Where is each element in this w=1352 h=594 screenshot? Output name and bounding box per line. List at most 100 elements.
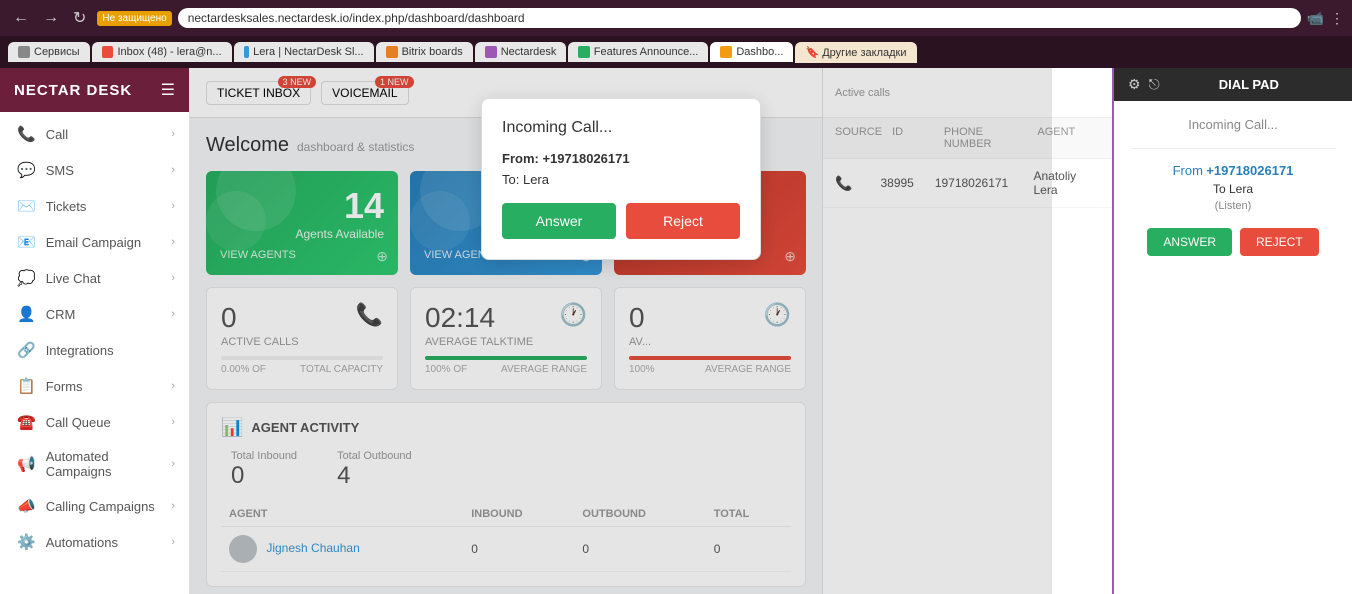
reject-button[interactable]: Reject	[626, 203, 740, 239]
dial-pad-content: Incoming Call... From +19718026171 To Le…	[1114, 101, 1352, 594]
automations-icon: ⚙️	[17, 533, 36, 551]
incoming-call-text: Incoming Call...	[1130, 117, 1336, 132]
automated-campaigns-icon: 📢	[17, 455, 36, 473]
forms-icon: 📋	[17, 377, 36, 395]
call-icon: 📞	[17, 125, 36, 143]
email-campaign-icon: 📧	[17, 233, 36, 251]
sidebar-item-label: Live Chat	[46, 271, 172, 286]
dial-from-number: +19718026171	[1206, 163, 1293, 178]
app-container: NECTAR DESK ☰ 📞 Call › 💬 SMS › ✉️ Ticket…	[0, 68, 1352, 594]
url-bar[interactable]: nectardesksales.nectardesk.io/index.php/…	[178, 8, 1301, 28]
browser-chrome: ← → ↻ Не защищено nectardesksales.nectar…	[0, 0, 1352, 36]
settings-icon[interactable]: ⚙	[1128, 76, 1141, 93]
tab-bitrix[interactable]: Bitrix boards	[376, 42, 473, 62]
live-chat-icon: 💭	[17, 269, 36, 287]
sidebar-item-call-queue[interactable]: ☎️ Call Queue ›	[0, 404, 189, 440]
tab-features[interactable]: Features Announce...	[568, 42, 708, 62]
dial-from: From +19718026171	[1130, 163, 1336, 178]
popup-buttons: Answer Reject	[502, 203, 740, 239]
sidebar-item-sms[interactable]: 💬 SMS ›	[0, 152, 189, 188]
tab-favicon	[578, 46, 589, 58]
sidebar-item-label: Forms	[46, 379, 172, 394]
profile-icon: ⋮	[1330, 10, 1344, 27]
divider	[1130, 148, 1336, 149]
tab-inbox[interactable]: Inbox (48) - lera@n...	[92, 42, 232, 62]
tab-lera[interactable]: Lera | NectarDesk Sl...	[234, 42, 374, 62]
nav-buttons: ← → ↻	[8, 6, 91, 30]
cast-icon: 📹	[1307, 10, 1324, 27]
reload-button[interactable]: ↻	[68, 6, 91, 30]
tab-favicon	[485, 46, 497, 58]
tab-dashboard[interactable]: Dashbo...	[710, 42, 793, 62]
chevron-icon: ›	[171, 200, 175, 212]
sidebar-item-integrations[interactable]: 🔗 Integrations	[0, 332, 189, 368]
sidebar-item-tickets[interactable]: ✉️ Tickets ›	[0, 188, 189, 224]
sidebar-item-label: CRM	[46, 307, 172, 322]
sidebar-item-label: Call	[46, 127, 172, 142]
sidebar-item-label: Automations	[46, 535, 172, 550]
chevron-icon: ›	[171, 236, 175, 248]
browser-actions: 📹 ⋮	[1307, 10, 1344, 27]
chevron-icon: ›	[171, 272, 175, 284]
sidebar-item-label: Automated Campaigns	[46, 449, 172, 479]
sidebar-nav: 📞 Call › 💬 SMS › ✉️ Tickets › 📧 Email Ca…	[0, 112, 189, 594]
tab-favicon	[244, 46, 250, 58]
sidebar-item-live-chat[interactable]: 💭 Live Chat ›	[0, 260, 189, 296]
chevron-icon: ›	[171, 164, 175, 176]
chevron-icon: ›	[171, 416, 175, 428]
dial-pad-top: ⚙ ⎋ DIAL PAD	[1114, 68, 1352, 101]
tab-bookmarks[interactable]: 🔖 Другие закладки	[795, 42, 916, 63]
tab-services[interactable]: Сервисы	[8, 42, 90, 62]
dial-answer-button[interactable]: ANSWER	[1147, 228, 1232, 256]
sidebar: NECTAR DESK ☰ 📞 Call › 💬 SMS › ✉️ Ticket…	[0, 68, 190, 594]
dial-btn-row: ANSWER REJECT	[1130, 228, 1336, 256]
chevron-icon: ›	[171, 380, 175, 392]
integrations-icon: 🔗	[17, 341, 36, 359]
sidebar-item-label: Email Campaign	[46, 235, 172, 250]
sidebar-item-label: SMS	[46, 163, 172, 178]
sidebar-item-automated-campaigns[interactable]: 📢 Automated Campaigns ›	[0, 440, 189, 488]
dial-listen: (Listen)	[1130, 200, 1336, 212]
sidebar-item-label: Call Queue	[46, 415, 172, 430]
tab-nectardesk[interactable]: Nectardesk	[475, 42, 567, 62]
tab-bar: Сервисы Inbox (48) - lera@n... Lera | Ne…	[0, 36, 1352, 68]
sidebar-header: NECTAR DESK ☰	[0, 68, 189, 112]
sidebar-item-label: Integrations	[46, 343, 175, 358]
tab-favicon	[720, 46, 732, 58]
sidebar-item-crm[interactable]: 👤 CRM ›	[0, 296, 189, 332]
sms-icon: 💬	[17, 161, 36, 179]
tab-favicon	[102, 46, 114, 58]
chevron-icon: ›	[171, 458, 175, 470]
chevron-icon: ›	[171, 128, 175, 140]
dial-pad-icons: ⚙ ⎋	[1128, 76, 1160, 93]
incoming-call-title: Incoming Call...	[502, 119, 740, 137]
back-button[interactable]: ←	[8, 6, 34, 30]
security-warning: Не защищено	[97, 11, 171, 26]
hamburger-icon[interactable]: ☰	[161, 80, 175, 100]
chevron-icon: ›	[171, 536, 175, 548]
chevron-icon: ›	[171, 308, 175, 320]
dial-reject-button[interactable]: REJECT	[1240, 228, 1319, 256]
tab-favicon	[18, 46, 30, 58]
answer-button[interactable]: Answer	[502, 203, 616, 239]
incoming-from: From: +19718026171	[502, 151, 740, 166]
crm-icon: 👤	[17, 305, 36, 323]
call-queue-icon: ☎️	[17, 413, 36, 431]
from-number: +19718026171	[542, 151, 629, 166]
sidebar-item-email-campaign[interactable]: 📧 Email Campaign ›	[0, 224, 189, 260]
calling-campaigns-icon: 📣	[17, 497, 36, 515]
sidebar-item-label: Calling Campaigns	[46, 499, 172, 514]
sidebar-item-call[interactable]: 📞 Call ›	[0, 116, 189, 152]
logout-icon[interactable]: ⎋	[1149, 76, 1160, 93]
sidebar-item-forms[interactable]: 📋 Forms ›	[0, 368, 189, 404]
forward-button[interactable]: →	[38, 6, 64, 30]
sidebar-item-automations[interactable]: ⚙️ Automations ›	[0, 524, 189, 560]
chevron-icon: ›	[171, 500, 175, 512]
dial-pad-title: DIAL PAD	[1160, 77, 1338, 92]
sidebar-item-calling-campaigns[interactable]: 📣 Calling Campaigns ›	[0, 488, 189, 524]
sidebar-item-label: Tickets	[46, 199, 172, 214]
popup-overlay: Incoming Call... From: +19718026171 To: …	[190, 68, 1052, 594]
dial-to-name: Lera	[1229, 182, 1253, 196]
incoming-call-popup: Incoming Call... From: +19718026171 To: …	[481, 98, 761, 260]
incoming-to: To: Lera	[502, 172, 740, 187]
